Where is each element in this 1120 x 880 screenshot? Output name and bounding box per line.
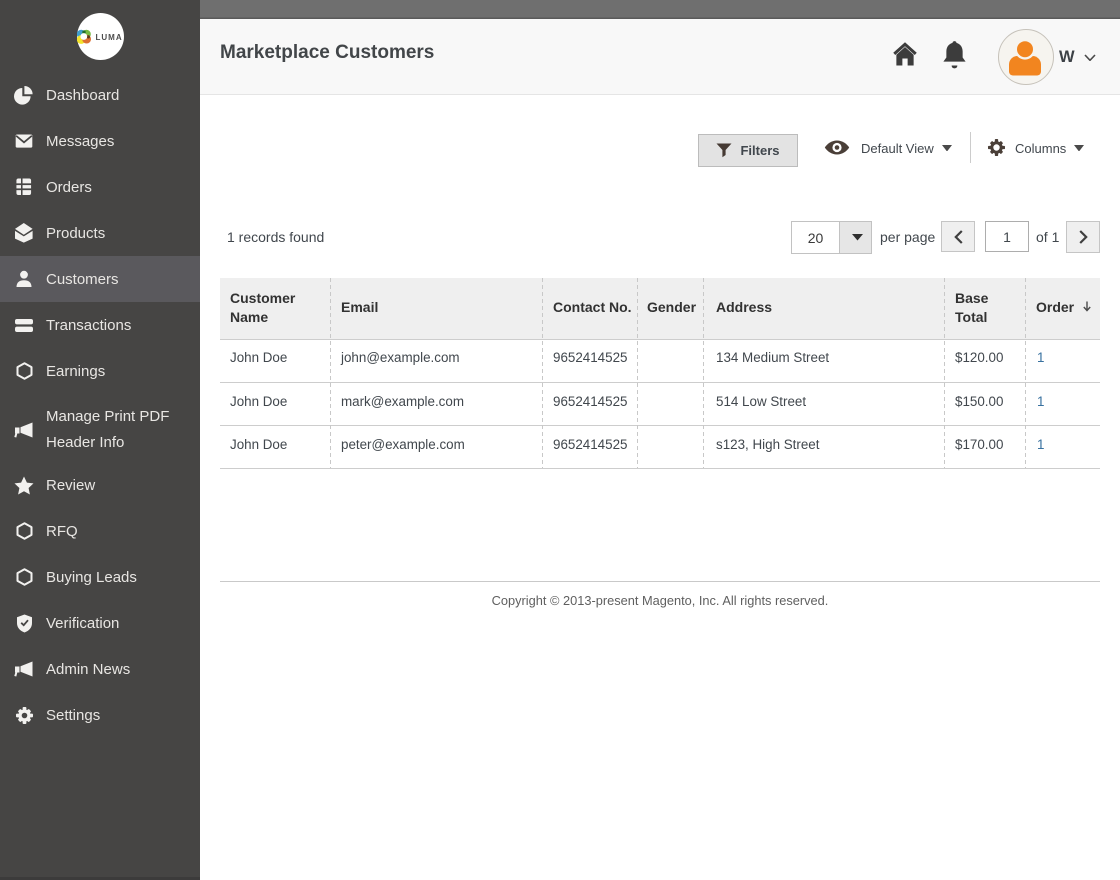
svg-text:LUMA: LUMA <box>96 33 123 42</box>
